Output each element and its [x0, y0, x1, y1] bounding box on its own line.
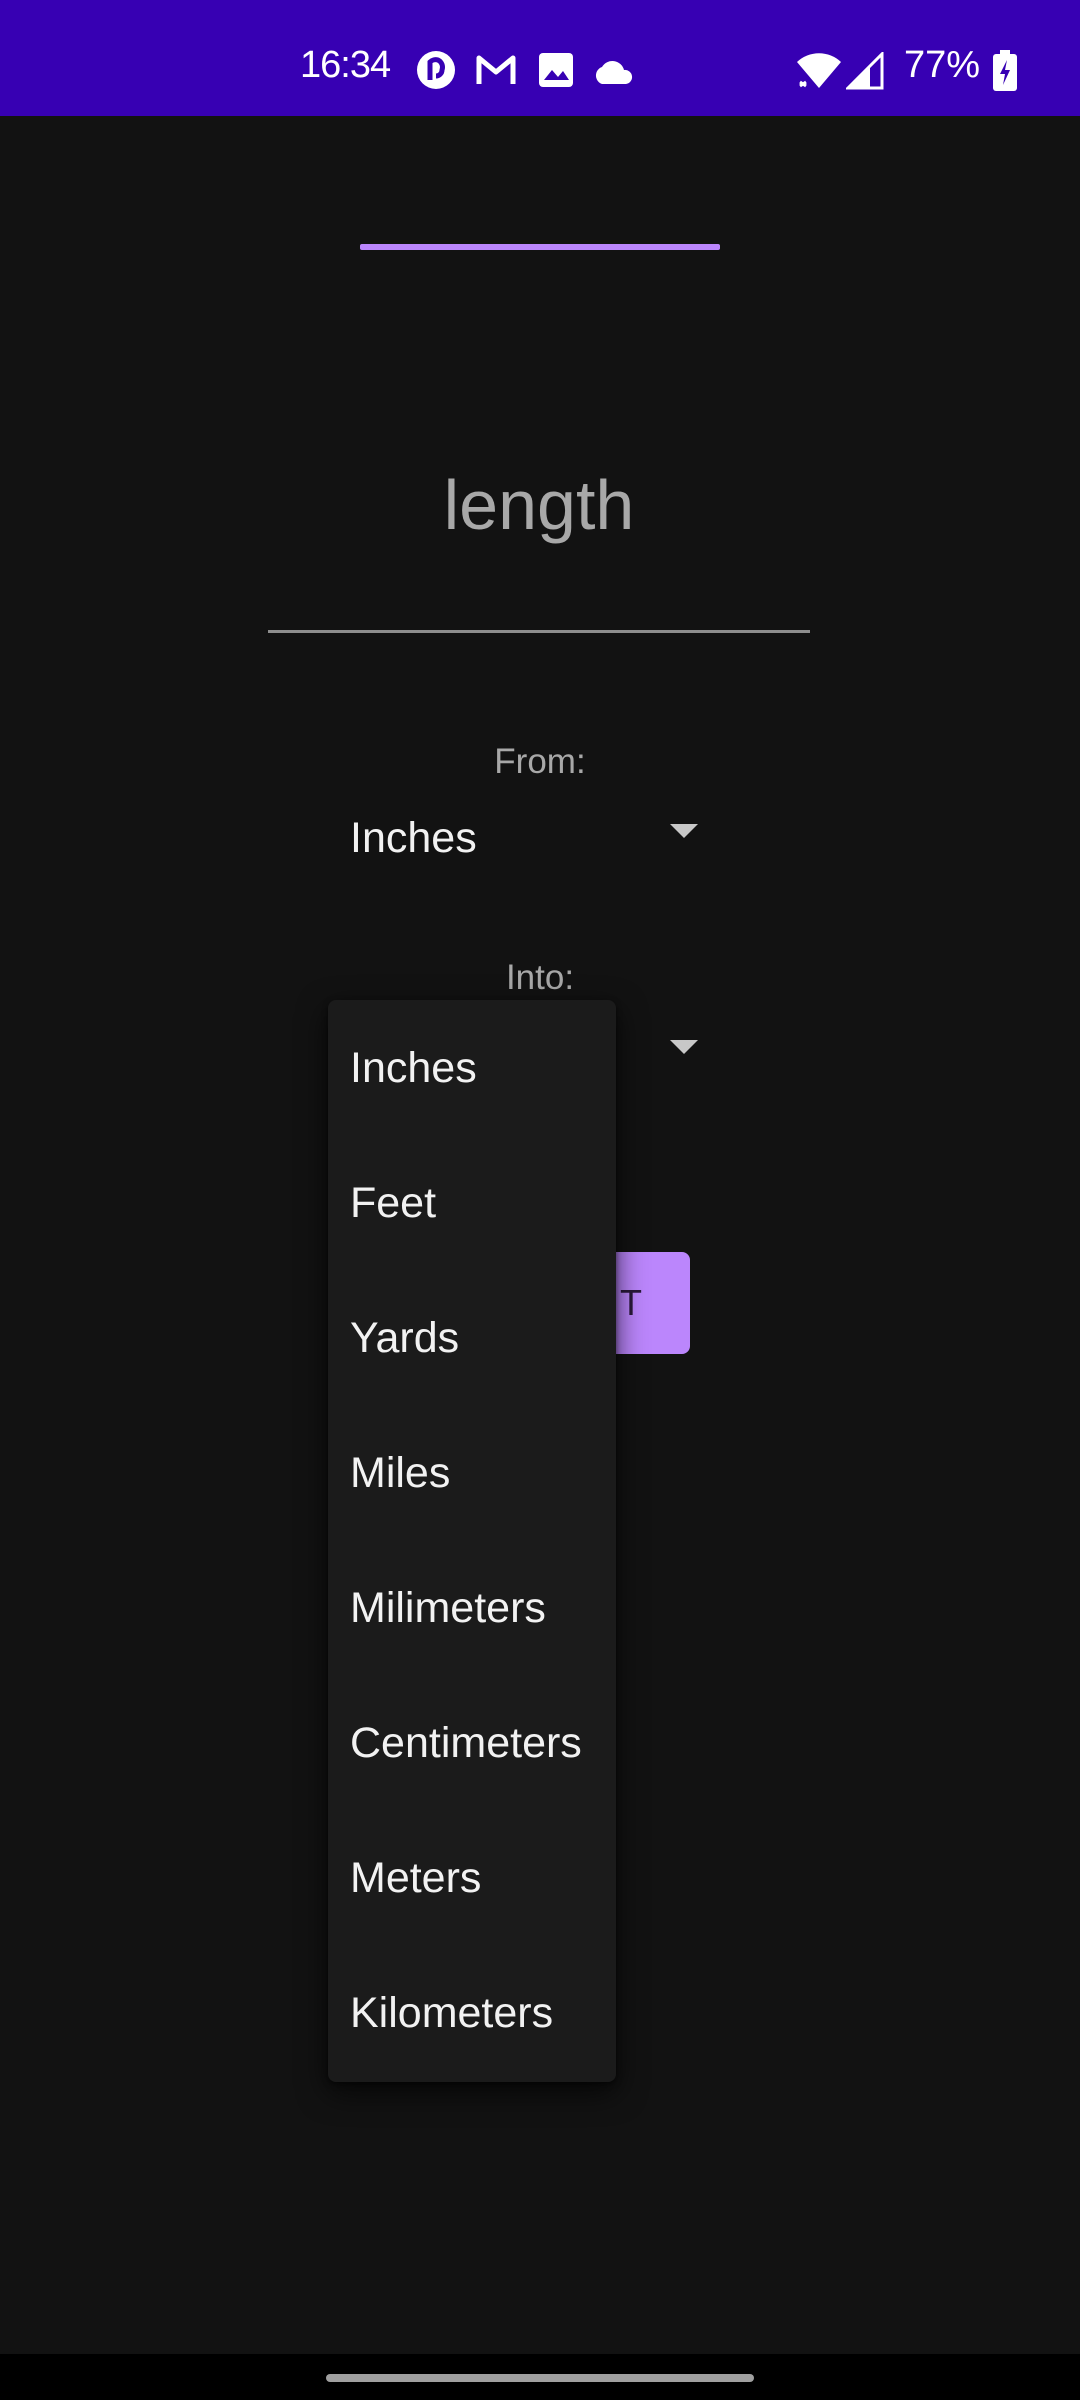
unit-dropdown-menu: Inches Feet Yards Miles Milimeters Centi…	[328, 1000, 616, 2082]
into-label: Into:	[505, 958, 575, 997]
status-bar: 16:34 77%	[0, 0, 1080, 116]
pocket-casts-icon	[416, 50, 456, 95]
status-time: 16:34	[300, 44, 391, 86]
from-unit-value: Inches	[350, 814, 477, 862]
wifi-icon	[796, 52, 842, 95]
navigation-bar	[0, 2354, 1080, 2400]
dropdown-item-miles[interactable]: Miles	[350, 1433, 630, 1513]
dropdown-arrow-icon	[670, 1040, 698, 1054]
dropdown-item-yards[interactable]: Yards	[350, 1298, 630, 1378]
from-label: From:	[494, 742, 586, 781]
signal-icon	[844, 50, 884, 95]
dropdown-item-feet[interactable]: Feet	[350, 1163, 630, 1243]
battery-charging-icon	[992, 50, 1018, 97]
dropdown-item-inches[interactable]: Inches	[350, 1028, 630, 1108]
from-unit-spinner[interactable]: Inches	[350, 800, 710, 890]
dropdown-arrow-icon	[670, 824, 698, 838]
battery-percent: 77%	[904, 44, 981, 86]
dropdown-item-centimeters[interactable]: Centimeters	[350, 1703, 630, 1783]
home-gesture-handle[interactable]	[326, 2374, 754, 2382]
gmail-icon	[476, 54, 516, 91]
dropdown-item-milimeters[interactable]: Milimeters	[350, 1568, 630, 1648]
length-input[interactable]	[268, 380, 810, 633]
accent-line	[360, 244, 720, 250]
gallery-icon	[538, 52, 574, 93]
dropdown-item-meters[interactable]: Meters	[350, 1838, 630, 1918]
dropdown-item-kilometers[interactable]: Kilometers	[350, 1973, 630, 2053]
cloud-icon	[592, 58, 636, 91]
